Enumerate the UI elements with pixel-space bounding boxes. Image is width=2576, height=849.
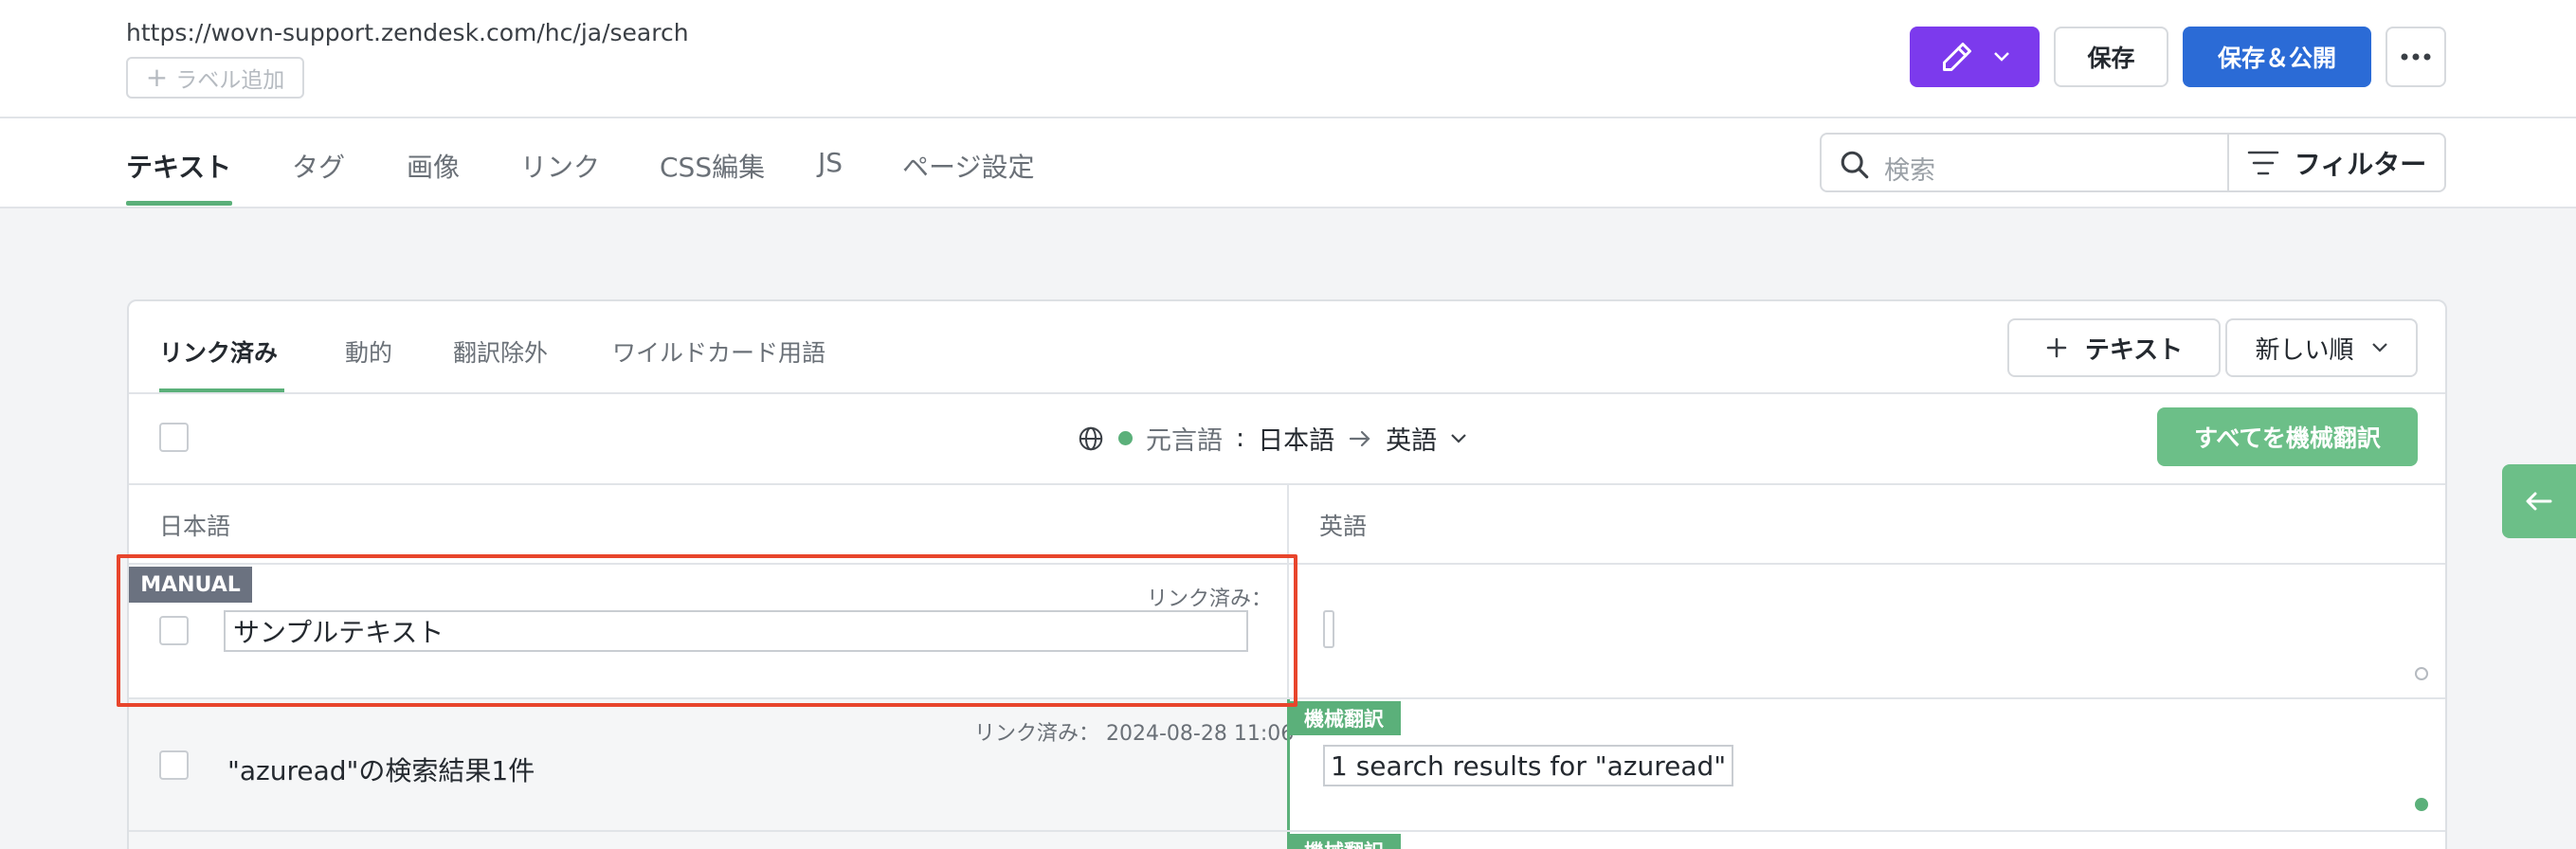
chevron-down-icon [2371, 343, 2387, 352]
source-column-header: 日本語 [159, 513, 231, 540]
page-header: https://wovn-support.zendesk.com/hc/ja/s… [0, 0, 2576, 118]
language-pair-selector[interactable]: 元言語 : 日本語 英語 [1077, 420, 1467, 457]
tab-links[interactable]: リンク [520, 147, 600, 185]
tab-text[interactable]: テキスト [126, 147, 231, 185]
subtab-wildcard[interactable]: ワイルドカード用語 [612, 334, 825, 369]
plus-icon: + [145, 62, 169, 93]
translation-status-indicator [2415, 798, 2428, 811]
machine-translate-all-button[interactable]: すべてを機械翻訳 [2157, 407, 2418, 466]
chevron-down-icon [1993, 52, 2009, 62]
filter-button[interactable]: フィルター [2227, 133, 2446, 192]
filter-label: フィルター [2294, 148, 2427, 180]
search-input[interactable]: 検索 [1820, 133, 2229, 192]
target-language: 英語 [1386, 426, 1438, 456]
translation-input[interactable] [1323, 610, 1334, 648]
colon: : [1236, 424, 1245, 453]
tab-css[interactable]: CSS編集 [660, 147, 765, 185]
translation-text: 1 search results for "azuread" [1331, 750, 1727, 782]
active-tab-indicator [126, 201, 232, 206]
source-language: 日本語 [1258, 426, 1335, 456]
status-dot [1118, 431, 1133, 445]
ellipsis-icon [2401, 53, 2431, 61]
add-text-label: テキスト [2084, 335, 2184, 365]
sort-label: 新しい順 [2255, 335, 2354, 365]
arrow-left-icon [2526, 492, 2552, 511]
more-options-button[interactable] [2386, 27, 2446, 87]
source-language-prefix: 元言語 [1146, 426, 1223, 456]
search-icon [1841, 151, 1869, 179]
divider [129, 392, 2445, 394]
manual-badge: MANUAL [129, 567, 252, 603]
table-row [129, 832, 1287, 849]
linked-status: リンク済み： [1147, 587, 1273, 611]
tab-images[interactable]: 画像 [407, 147, 460, 185]
subtab-dynamic[interactable]: 動的 [345, 334, 392, 369]
tab-js[interactable]: JS [818, 147, 843, 178]
chevron-down-icon [1451, 433, 1466, 443]
add-label-text: ラベル追加 [175, 68, 285, 93]
target-column-header: 英語 [1319, 513, 1368, 540]
machine-translation-badge: 機械翻訳 [1287, 701, 1401, 735]
filter-icon [2247, 151, 2279, 174]
text-list-card: リンク済み 動的 翻訳除外 ワイルドカード用語 テキスト 新しい順 元言語 : … [127, 299, 2447, 849]
machine-translation-badge: 機械翻訳 [1287, 834, 1401, 849]
side-panel-toggle[interactable] [2502, 464, 2576, 538]
row-checkbox[interactable] [159, 616, 189, 645]
translation-input[interactable]: 1 search results for "azuread" [1323, 745, 1734, 786]
pencil-icon [1942, 43, 1971, 71]
sort-select[interactable]: 新しい順 [2225, 318, 2418, 377]
row-checkbox[interactable] [159, 750, 189, 780]
edit-mode-button[interactable] [1910, 27, 2040, 87]
translation-status-indicator [2415, 667, 2428, 680]
tab-tags[interactable]: タグ [292, 147, 345, 185]
tab-page-settings[interactable]: ページ設定 [902, 147, 1034, 185]
subtab-excluded[interactable]: 翻訳除外 [453, 334, 548, 369]
globe-icon [1079, 426, 1103, 450]
arrow-right-icon [1350, 430, 1370, 446]
search-placeholder: 検索 [1884, 156, 1935, 186]
source-text-input[interactable]: サンプルテキスト [224, 610, 1248, 652]
add-text-button[interactable]: テキスト [2007, 318, 2221, 377]
main-tab-bar: テキスト タグ 画像 リンク CSS編集 JS ページ設定 検索 フィルター [0, 118, 2576, 208]
save-and-publish-button[interactable]: 保存＆公開 [2183, 27, 2371, 87]
source-text: サンプルテキスト [233, 617, 444, 648]
subtab-linked[interactable]: リンク済み [159, 334, 278, 369]
save-button[interactable]: 保存 [2054, 27, 2168, 87]
source-text: "azuread"の検索結果1件 [227, 755, 535, 786]
add-label-button[interactable]: + ラベル追加 [126, 57, 304, 99]
page-url: https://wovn-support.zendesk.com/hc/ja/s… [126, 19, 689, 46]
linked-status: リンク済み： 2024-08-28 11:06 [974, 722, 1295, 746]
select-all-checkbox[interactable] [159, 423, 189, 452]
plus-icon [2046, 337, 2067, 358]
